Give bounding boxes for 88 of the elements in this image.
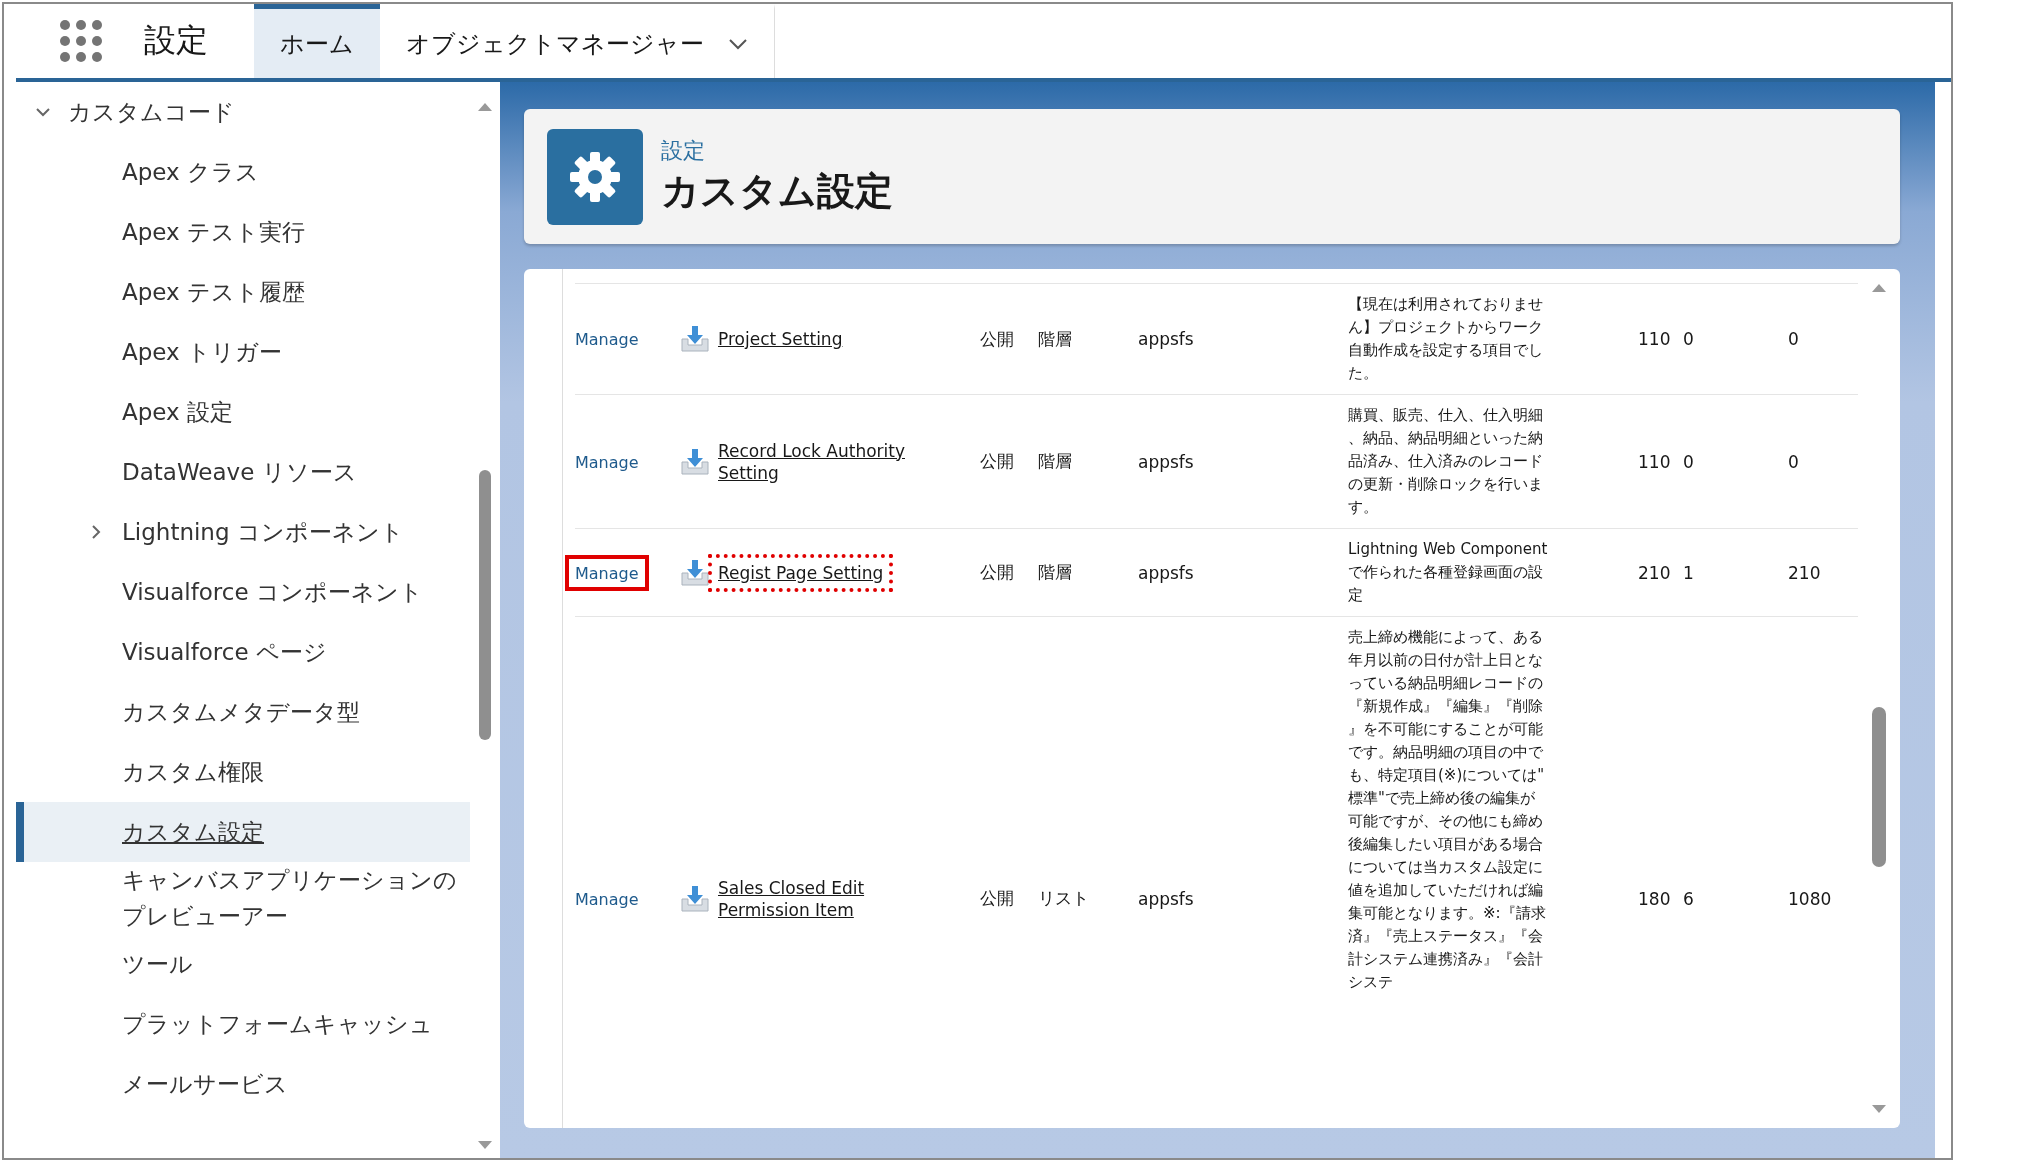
sidebar-folder[interactable]: カスタムコード [16,82,470,142]
sidebar-label: プラットフォームキャッシュ [122,1010,433,1039]
chevron-down-icon[interactable] [728,37,748,50]
setting-name-link[interactable]: Project Setting [718,328,843,350]
sidebar-item[interactable]: Visualforce ページ [16,622,470,682]
download-icon [680,884,710,913]
app-name: 設定 [144,20,208,61]
app-launcher-icon[interactable] [60,20,102,62]
sidebar-label: DataWeave リソース [122,458,357,487]
sidebar-item[interactable]: Apex テスト履歴 [16,262,470,322]
table-cell: 0 [1788,451,1799,472]
table-cell: 0 [1683,329,1694,349]
download-icon [680,447,710,476]
table-cell: 6 [1683,888,1694,909]
scrollbar-thumb[interactable] [1872,707,1886,867]
sidebar-label: カスタムメタデータ型 [122,698,360,727]
manage-link[interactable]: Manage [575,563,639,583]
table-cell: 階層 [1038,451,1072,471]
table-cell: 公開 [980,562,1014,582]
sidebar-item[interactable]: Visualforce コンポーネント [16,562,470,622]
manage-link[interactable]: Manage [575,452,639,472]
setting-name-link[interactable]: Regist Page Setting [718,561,884,584]
table-cell: 1 [1683,562,1694,583]
setting-name-link[interactable]: Record Lock Authority Setting [718,439,958,484]
sidebar-label: ツール [122,950,193,979]
table-cell: 0 [1788,329,1799,349]
table-cell: appsfs [1138,562,1194,583]
sidebar-item[interactable]: DataWeave リソース [16,442,470,502]
sidebar-label: カスタム設定 [122,818,264,847]
description-cell-text: 【現在は利用されておりません】プロジェクトからワーク自動作成を設定する項目でした。 [1348,294,1544,384]
description-cell-text: 売上締め機能によって、ある年月以前の日付が計上日となっている納品明細レコードの『新規作成』『編集』『削除』を不可能にすることが可能です。納品明細の項目の中でも、特定項目(※)については"標準"で売上締め後の編集が可能ですが、その他にも締め後編集したい項目がある場合については当カスタム設定に値を追加していただければ編集可能となります。※:『請求済』『売上ステータス』『会計システム連携済み』『会計システ [1348,627,1547,993]
sidebar-label: Lightning コンポーネント [122,518,404,547]
table-cell: appsfs [1138,329,1194,349]
sidebar-label: Apex テスト実行 [122,218,305,247]
table-cell: 210 [1788,562,1821,583]
table-cell: 0 [1683,451,1694,472]
table-cell: 階層 [1038,562,1072,582]
description-cell-text: 購買、販売、仕入、仕入明細、納品、納品明細といった納品済み、仕入済みのレコードの更新・削除ロックを行います。 [1348,405,1544,518]
setting-name-link[interactable]: Sales Closed Edit Permission Item [718,876,958,921]
sidebar-item[interactable]: Apex 設定 [16,382,470,442]
sidebar-item[interactable]: キャンバスアプリケーションのプレビューアー [16,862,470,934]
sidebar-item[interactable]: メールサービス [16,1054,470,1114]
table-cell: 公開 [980,888,1014,908]
nav-tab[interactable]: ホーム [254,4,380,78]
table-cell: 公開 [980,451,1014,471]
table-cell: 公開 [980,328,1014,349]
table-cell: appsfs [1138,888,1194,909]
breadcrumb[interactable]: 設定 [661,136,893,166]
manage-link[interactable]: Manage [575,330,639,349]
table-cell: 1080 [1788,888,1832,909]
sidebar-label: Visualforce ページ [122,638,327,667]
sidebar-label: Apex トリガー [122,338,282,367]
table-cell: 180 [1638,888,1671,909]
scroll-up-icon[interactable] [477,102,493,112]
table-cell: appsfs [1138,451,1194,472]
sidebar-label: Apex 設定 [122,398,233,427]
description-cell-text: Lightning Web Componentで作られた各種登録画面の設定 [1348,539,1548,606]
page-title: カスタム設定 [661,168,893,215]
scroll-up-icon[interactable] [1871,283,1887,293]
table-cell: 110 [1638,451,1671,472]
sidebar-item[interactable]: カスタム権限 [16,742,470,802]
sidebar-item[interactable]: Apex テスト実行 [16,202,470,262]
sidebar-label: Apex クラス [122,158,259,187]
sidebar-label: Apex テスト履歴 [122,278,305,307]
download-icon [680,558,710,587]
sidebar-item[interactable]: プラットフォームキャッシュ [16,994,470,1054]
scrollbar-thumb[interactable] [479,470,491,740]
sidebar-label: メールサービス [122,1070,288,1099]
table-cell: リスト [1038,888,1089,908]
nav-tab[interactable]: オブジェクトマネージャー [380,4,775,78]
sidebar-label: カスタムコード [68,97,235,127]
sidebar-item[interactable]: Lightning コンポーネント [16,502,470,562]
manage-link[interactable]: Manage [575,889,639,909]
table-cell: 110 [1638,329,1671,349]
scroll-down-icon[interactable] [477,1140,493,1150]
sidebar-item[interactable]: Apex トリガー [16,322,470,382]
sidebar-item[interactable]: Apex クラス [16,142,470,202]
sidebar-label: Visualforce コンポーネント [122,578,423,607]
sidebar-label: カスタム権限 [122,758,264,787]
settings-icon [547,128,643,225]
sidebar-item[interactable]: カスタムメタデータ型 [16,682,470,742]
download-icon [680,325,710,353]
table-cell: 210 [1638,562,1671,583]
sidebar-item[interactable]: カスタム設定 [16,802,470,862]
scroll-down-icon[interactable] [1871,1104,1887,1114]
table-cell: 階層 [1038,328,1072,349]
sidebar-item[interactable]: ツール [16,934,470,994]
sidebar-label: キャンバスアプリケーションのプレビューアー [122,866,458,931]
